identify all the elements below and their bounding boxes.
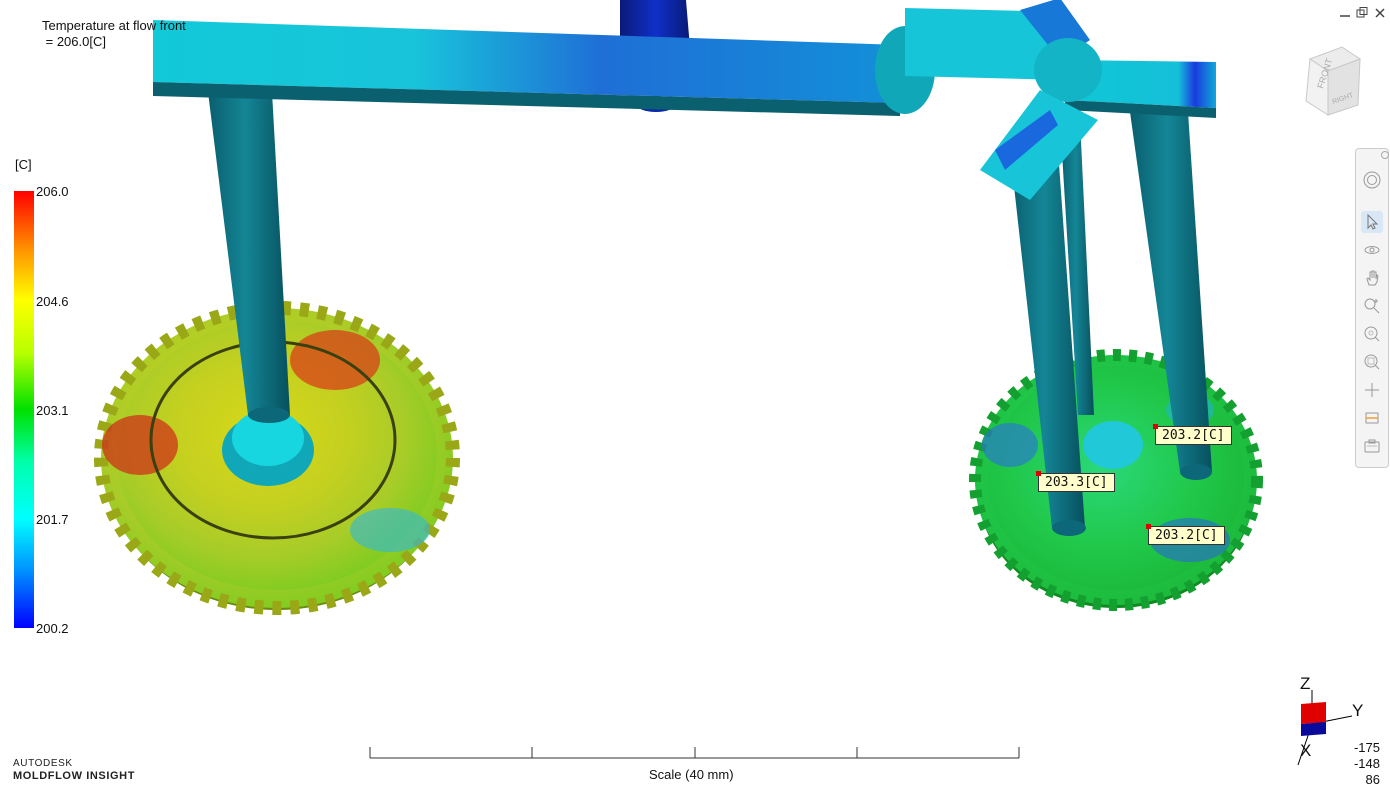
temperature-callout[interactable]: 203.2[C]	[1153, 424, 1232, 445]
scale-bar	[369, 747, 1020, 759]
result-title: Temperature at flow front = 206.0[C]	[42, 18, 186, 50]
legend-label-2: 204.6	[36, 294, 69, 309]
minimize-icon[interactable]	[1338, 6, 1352, 20]
pan-icon[interactable]	[1361, 267, 1383, 289]
select-icon[interactable]	[1361, 211, 1383, 233]
temperature-callout[interactable]: 203.2[C]	[1146, 524, 1225, 545]
callout-value: 203.2[C]	[1162, 428, 1225, 443]
color-legend-bar	[14, 191, 34, 628]
zoom-icon[interactable]	[1361, 323, 1383, 345]
callout-value: 203.2[C]	[1155, 528, 1218, 543]
axis-x-label: X	[1300, 741, 1312, 760]
coordinate-y: -148	[1353, 756, 1380, 771]
steering-wheel-icon[interactable]	[1361, 169, 1383, 191]
coordinate-x: -175	[1353, 740, 1380, 755]
callout-pin	[1153, 424, 1158, 429]
legend-label-4: 201.7	[36, 512, 69, 527]
result-title-line1: Temperature at flow front	[42, 18, 186, 33]
navigation-bar	[1355, 148, 1389, 468]
snapshot-icon[interactable]	[1361, 435, 1383, 457]
temperature-callout[interactable]: 203.3[C]	[1036, 471, 1115, 492]
section-icon[interactable]	[1361, 407, 1383, 429]
callout-pin	[1146, 524, 1151, 529]
close-navbar-icon[interactable]	[1381, 151, 1389, 159]
scale-label: Scale (40 mm)	[649, 767, 734, 782]
legend-min-label: 200.2	[36, 621, 69, 636]
axis-y-label: Y	[1352, 701, 1364, 720]
brand-moldflow-insight: MOLDFLOW INSIGHT	[13, 770, 136, 782]
gear-right	[969, 349, 1263, 611]
model-viewport[interactable]	[0, 0, 1390, 794]
restore-icon[interactable]	[1355, 6, 1369, 20]
close-icon[interactable]	[1373, 6, 1387, 20]
zoom-region-icon[interactable]	[1361, 295, 1383, 317]
result-title-line2: = 206.0[C]	[42, 34, 106, 49]
callout-value: 203.3[C]	[1045, 475, 1108, 490]
zoom-fit-icon[interactable]	[1361, 351, 1383, 373]
axis-z-label: Z	[1300, 674, 1311, 693]
viewcube[interactable]: FRONT RIGHT	[1302, 45, 1364, 117]
orbit-icon[interactable]	[1361, 239, 1383, 261]
legend-label-3: 203.1	[36, 403, 69, 418]
center-icon[interactable]	[1361, 379, 1383, 401]
coordinate-z: 86	[1365, 772, 1380, 787]
brand-autodesk: AUTODESK	[13, 758, 73, 769]
legend-max-label: 206.0	[36, 184, 69, 199]
callout-pin	[1036, 471, 1041, 476]
legend-unit: [C]	[15, 157, 32, 172]
